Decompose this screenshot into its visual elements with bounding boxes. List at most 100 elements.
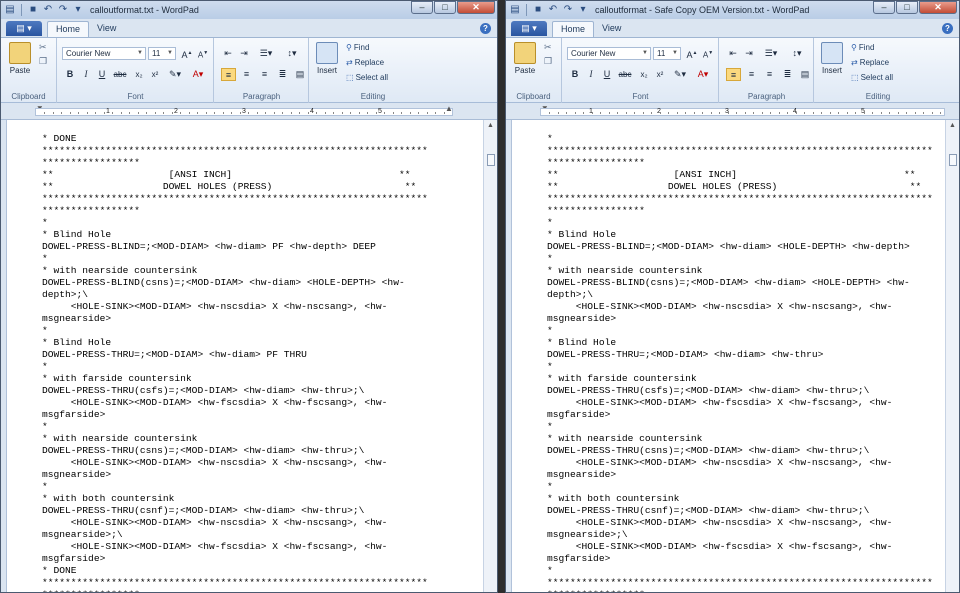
document-line[interactable]: DOWEL-PRESS-BLIND(csns)=;<MOD-DIAM> <hw-… — [547, 277, 933, 289]
document-line[interactable]: <HOLE-SINK><MOD-DIAM> <hw-fscsdia> X <hw… — [42, 541, 428, 553]
document-text[interactable]: * ***************************************… — [547, 133, 933, 592]
document-line[interactable]: * DONE — [42, 133, 428, 145]
highlight-color-button[interactable]: ✎▾ — [166, 68, 184, 81]
font-family-select[interactable]: Courier New ▼ — [567, 47, 651, 60]
italic-button[interactable]: I — [80, 68, 92, 81]
document-line[interactable]: DOWEL-PRESS-THRU(csns)=;<MOD-DIAM> <hw-d… — [547, 445, 933, 457]
document-line[interactable]: DOWEL-PRESS-THRU(csfs)=;<MOD-DIAM> <hw-d… — [42, 385, 428, 397]
document-line[interactable]: DOWEL-PRESS-THRU(csns)=;<MOD-DIAM> <hw-d… — [42, 445, 428, 457]
document-line[interactable]: <HOLE-SINK><MOD-DIAM> <hw-nscsdia> X <hw… — [42, 301, 428, 313]
document-line[interactable]: * with nearside countersink — [547, 265, 933, 277]
document-line[interactable]: ***************** — [42, 589, 428, 592]
shrink-font-button[interactable]: A▼ — [701, 47, 715, 60]
scroll-up-icon[interactable]: ▲ — [949, 122, 956, 129]
document-line[interactable]: * — [42, 217, 428, 229]
document-line[interactable]: msgnearside>;\ — [547, 529, 933, 541]
document-line[interactable]: ***************** — [547, 589, 933, 592]
document-line[interactable]: * DONE — [42, 565, 428, 577]
customize-qat-icon[interactable]: ▾ — [72, 4, 84, 16]
document-line[interactable]: * Blind Hole — [42, 229, 428, 241]
minimize-button[interactable]: – — [873, 1, 895, 14]
document-line[interactable]: msgnearside> — [547, 469, 933, 481]
bold-button[interactable]: B — [569, 68, 581, 81]
document-line[interactable]: <HOLE-SINK><MOD-DIAM> <hw-fscsdia> X <hw… — [547, 397, 933, 409]
font-family-select[interactable]: Courier New ▼ — [62, 47, 146, 60]
copy-icon[interactable]: ❐ — [544, 56, 552, 67]
scroll-thumb[interactable] — [949, 154, 957, 166]
document-line[interactable]: msgnearside> — [42, 313, 428, 325]
document-line[interactable]: * — [547, 421, 933, 433]
grow-font-button[interactable]: A▲ — [685, 47, 699, 60]
minimize-button[interactable]: – — [411, 1, 433, 14]
maximize-button[interactable]: □ — [434, 1, 456, 14]
document-line[interactable]: ** DOWEL HOLES (PRESS) ** — [547, 181, 933, 193]
superscript-button[interactable]: x² — [653, 68, 667, 81]
document-line[interactable]: msgnearside> — [42, 469, 428, 481]
document-line[interactable]: * — [42, 481, 428, 493]
document-line[interactable]: ***************** — [42, 157, 428, 169]
redo-icon[interactable]: ↷ — [57, 4, 69, 16]
line-spacing-button[interactable]: ↕▾ — [281, 47, 303, 60]
align-center-button[interactable]: ≡ — [744, 68, 759, 81]
superscript-button[interactable]: x² — [148, 68, 162, 81]
document-line[interactable]: msgfarside> — [42, 409, 428, 421]
right-indent-marker-icon[interactable]: ▲ — [445, 104, 453, 113]
scroll-thumb[interactable] — [487, 154, 495, 166]
document-line[interactable]: DOWEL-PRESS-THRU(csfs)=;<MOD-DIAM> <hw-d… — [547, 385, 933, 397]
save-icon[interactable]: ■ — [27, 4, 39, 16]
subscript-button[interactable]: x₂ — [132, 68, 146, 81]
document-line[interactable]: msgnearside> — [547, 313, 933, 325]
document-line[interactable]: msgfarside> — [42, 553, 428, 565]
tab-home[interactable]: Home — [552, 21, 595, 37]
select-all-button[interactable]: ⬚ Select all — [346, 73, 388, 82]
tab-view[interactable]: View — [89, 21, 124, 37]
redo-icon[interactable]: ↷ — [562, 4, 574, 16]
document-line[interactable]: * Blind Hole — [547, 337, 933, 349]
document-area[interactable]: * ***************************************… — [511, 120, 945, 592]
document-line[interactable]: depth>;\ — [547, 289, 933, 301]
select-all-button[interactable]: ⬚ Select all — [851, 73, 893, 82]
document-line[interactable]: * Blind Hole — [547, 229, 933, 241]
document-line[interactable]: DOWEL-PRESS-THRU=;<MOD-DIAM> <hw-diam> P… — [42, 349, 428, 361]
document-line[interactable]: DOWEL-PRESS-BLIND=;<MOD-DIAM> <hw-diam> … — [547, 241, 933, 253]
paste-button[interactable]: Paste — [7, 42, 33, 75]
paste-button[interactable]: Paste — [512, 42, 538, 75]
document-line[interactable]: ***************** — [547, 157, 933, 169]
bold-button[interactable]: B — [64, 68, 76, 81]
document-line[interactable]: * — [42, 253, 428, 265]
document-line[interactable]: <HOLE-SINK><MOD-DIAM> <hw-fscsdia> X <hw… — [42, 397, 428, 409]
increase-indent-button[interactable]: ⇥ — [742, 47, 756, 60]
document-line[interactable]: ***************** — [547, 205, 933, 217]
document-line[interactable]: * — [547, 565, 933, 577]
shrink-font-button[interactable]: A▼ — [196, 47, 210, 60]
justify-button[interactable]: ≣ — [275, 68, 290, 81]
file-menu-button[interactable]: ▤ ▾ — [511, 21, 547, 36]
align-left-button[interactable]: ≡ — [221, 68, 236, 81]
file-menu-button[interactable]: ▤ ▾ — [6, 21, 42, 36]
align-center-button[interactable]: ≡ — [239, 68, 254, 81]
bullets-button[interactable]: ☰▾ — [760, 47, 782, 60]
document-line[interactable]: msgfarside> — [547, 553, 933, 565]
replace-button[interactable]: ⇄ Replace — [851, 58, 889, 67]
document-line[interactable]: * — [547, 325, 933, 337]
document-line[interactable]: ****************************************… — [42, 577, 428, 589]
align-left-button[interactable]: ≡ — [726, 68, 741, 81]
decrease-indent-button[interactable]: ⇤ — [726, 47, 740, 60]
document-line[interactable]: depth>;\ — [42, 289, 428, 301]
scroll-up-icon[interactable]: ▲ — [487, 122, 494, 129]
document-line[interactable]: DOWEL-PRESS-BLIND(csns)=;<MOD-DIAM> <hw-… — [42, 277, 428, 289]
document-line[interactable]: <HOLE-SINK><MOD-DIAM> <hw-nscsdia> X <hw… — [42, 517, 428, 529]
decrease-indent-button[interactable]: ⇤ — [221, 47, 235, 60]
document-line[interactable]: ****************************************… — [547, 577, 933, 589]
document-line[interactable]: * — [547, 481, 933, 493]
document-line[interactable]: * — [42, 421, 428, 433]
document-line[interactable]: * Blind Hole — [42, 337, 428, 349]
wordpad-app-icon[interactable]: ▤ — [4, 4, 16, 16]
document-line[interactable]: ****************************************… — [42, 193, 428, 205]
document-line[interactable]: ****************************************… — [42, 145, 428, 157]
document-line[interactable]: msgnearside>;\ — [42, 529, 428, 541]
document-line[interactable]: DOWEL-PRESS-BLIND=;<MOD-DIAM> <hw-diam> … — [42, 241, 428, 253]
font-size-select[interactable]: 11 ▼ — [148, 47, 176, 60]
align-right-button[interactable]: ≡ — [762, 68, 777, 81]
document-line[interactable]: * — [547, 361, 933, 373]
